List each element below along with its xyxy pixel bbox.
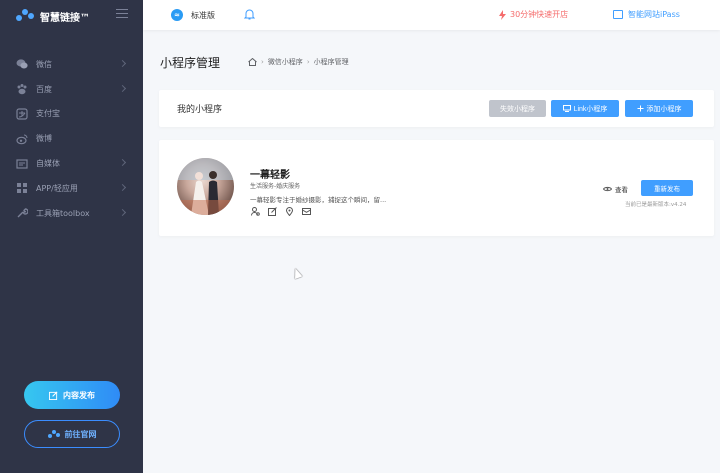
menu-toggle-icon[interactable]	[116, 9, 128, 19]
logo-text: 智慧链接™	[40, 12, 90, 24]
view-link[interactable]: 查看	[603, 184, 628, 194]
edition-icon: ≈	[171, 9, 183, 21]
app-avatar[interactable]	[177, 158, 234, 215]
media-icon	[16, 158, 28, 169]
sidebar-menu: 微信 百度 支付宝 微博 自媒体 APP/轻应用 工具箱toolbox	[0, 52, 143, 226]
monitor-icon	[562, 105, 571, 112]
official-site-button[interactable]: 前往官网	[24, 420, 120, 448]
chevron-right-icon	[118, 183, 127, 192]
wechat-icon	[16, 59, 28, 69]
chevron-right-icon	[118, 59, 127, 68]
sidebar: 智慧链接™ 微信 百度 支付宝 微博 自媒体 APP/轻应用 工具箱toolbo…	[0, 0, 143, 473]
mini-programs-header-card: 我的小程序 失效小程序 Link小程序 添加小程序	[159, 90, 714, 127]
bell-icon[interactable]	[244, 8, 255, 20]
sidebar-item-baidu[interactable]: 百度	[0, 77, 143, 102]
breadcrumb-separator: ›	[261, 58, 264, 66]
edition-indicator[interactable]: ≈ 标准版	[171, 9, 215, 21]
add-mini-program-button[interactable]: 添加小程序	[625, 100, 693, 117]
section-title: 我的小程序	[177, 105, 223, 115]
location-icon[interactable]	[285, 207, 294, 216]
mini-program-card: 一幕轻影 生活服务-婚庆服务 一幕轻影专注于婚纱摄影，捕捉这个瞬间，留... 查…	[159, 140, 714, 236]
baidu-icon	[17, 84, 27, 95]
logo-icon	[47, 429, 60, 438]
chevron-right-icon	[118, 159, 127, 167]
sidebar-item-weibo[interactable]: 微博	[0, 126, 143, 151]
sidebar-item-alipay[interactable]: 支付宝	[0, 102, 143, 127]
eye-icon	[603, 186, 612, 192]
content-publish-button[interactable]: 内容发布	[24, 381, 120, 409]
edit-icon	[49, 391, 58, 400]
app-action-icons	[251, 207, 311, 216]
chevron-right-icon	[118, 208, 127, 216]
chevron-right-icon	[118, 84, 127, 92]
plus-icon	[637, 105, 643, 112]
sidebar-item-app[interactable]: APP/轻应用	[0, 176, 143, 201]
user-settings-icon[interactable]	[251, 207, 260, 216]
logo-icon	[16, 9, 34, 23]
weibo-icon	[16, 134, 28, 145]
quick-open-store-link[interactable]: 30分钟快速开店	[499, 9, 568, 20]
republish-button[interactable]: 重新发布	[641, 180, 693, 196]
mouse-cursor	[291, 266, 303, 280]
ipass-link[interactable]: 智能网站iPass	[613, 9, 680, 20]
breadcrumb-item[interactable]: 微信小程序	[268, 57, 303, 67]
breadcrumb-item: 小程序管理	[313, 58, 349, 66]
home-icon[interactable]	[248, 58, 257, 66]
sidebar-item-wechat[interactable]: 微信	[0, 52, 143, 77]
page-title: 小程序管理	[160, 56, 221, 70]
image-icon	[613, 10, 623, 19]
wrench-icon	[17, 208, 28, 218]
version-text: 当前已是最新版本:v4.24	[625, 202, 687, 208]
edit-icon[interactable]	[268, 207, 277, 216]
sidebar-item-media[interactable]: 自媒体	[0, 151, 143, 176]
topbar: ≈ 标准版 30分钟快速开店 智能网站iPass	[143, 0, 720, 30]
app-icon	[17, 183, 27, 194]
alipay-icon	[16, 108, 28, 120]
mail-icon[interactable]	[302, 207, 311, 216]
breadcrumb-separator: ›	[306, 58, 310, 66]
lightning-icon	[499, 9, 506, 20]
app-category: 生活服务-婚庆服务	[250, 183, 301, 190]
app-name[interactable]: 一幕轻影	[250, 166, 290, 181]
link-mini-program-button[interactable]: Link小程序	[551, 100, 619, 117]
breadcrumb: › 微信小程序 › 小程序管理	[248, 57, 349, 67]
app-description: 一幕轻影专注于婚纱摄影，捕捉这个瞬间，留...	[250, 196, 387, 204]
invalid-mini-programs-button[interactable]: 失效小程序	[489, 100, 546, 117]
sidebar-item-toolbox[interactable]: 工具箱toolbox	[0, 201, 143, 226]
logo[interactable]: 智慧链接™	[16, 6, 90, 26]
wedding-photo-icon	[177, 158, 234, 215]
